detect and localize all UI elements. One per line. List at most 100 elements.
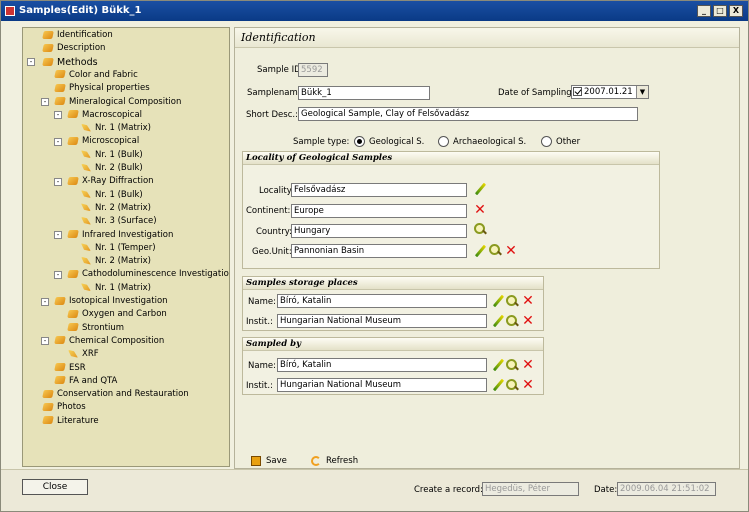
edit-pencil-icon[interactable] [491,378,505,392]
tree-item[interactable]: FA and QTA [54,375,117,388]
tree-item[interactable]: Oxygen and Carbon [67,308,167,321]
tree-item[interactable]: Identification [42,29,113,42]
search-magnifier-icon[interactable] [488,243,502,257]
tree-item[interactable]: Isotopical Investigation [54,295,168,308]
tree-toggle-icon[interactable]: - [27,58,35,67]
samples-edit-window: Samples(Edit) Bükk_1 _ □ X Identificatio… [0,0,749,512]
maximize-button[interactable]: □ [713,5,727,17]
storage-group: Samples storage places Name: Bíró, Katal… [242,276,544,331]
tree-item[interactable]: Methods [42,56,98,69]
edit-pencil-icon[interactable] [491,314,505,328]
folder-icon [67,309,79,318]
radio-geological[interactable] [354,136,365,147]
tree-item[interactable]: Nr. 1 (Matrix) [81,122,151,135]
sampled-by-instit-field[interactable]: Hungarian National Museum [277,378,487,392]
geo-unit-field[interactable]: Pannonian Basin [291,244,467,258]
tree-item[interactable]: Conservation and Restauration [42,388,189,401]
title-bar[interactable]: Samples(Edit) Bükk_1 _ □ X [1,1,748,21]
tree-item[interactable]: Nr. 1 (Matrix) [81,282,151,295]
delete-x-icon[interactable]: ✕ [521,358,535,372]
tree-item[interactable]: ESR [54,362,86,375]
radio-other[interactable] [541,136,552,147]
tree-item[interactable]: Nr. 2 (Matrix) [81,255,151,268]
locality-label: Locality: [259,186,295,196]
delete-x-icon[interactable]: ✕ [521,294,535,308]
short-desc-field[interactable]: Geological Sample, Clay of Felsővadász [298,107,638,121]
storage-instit-field[interactable]: Hungarian National Museum [277,314,487,328]
tree-item-label: Conservation and Restauration [57,389,189,400]
radio-archaeological[interactable] [438,136,449,147]
tree-toggle-icon[interactable]: - [54,111,62,120]
tree-item[interactable]: Description [42,42,105,55]
date-checkbox[interactable] [573,87,582,96]
tree-item[interactable]: Infrared Investigation [67,229,174,242]
tree-item[interactable]: Chemical Composition [54,335,164,348]
create-record-field: Hegedüs, Péter [482,482,579,496]
refresh-button[interactable]: Refresh [311,453,358,469]
locality-field[interactable]: Felsővadász [291,183,467,197]
tree-item[interactable]: Nr. 2 (Bulk) [81,162,143,175]
search-magnifier-icon[interactable] [505,378,519,392]
folder-icon [67,323,79,332]
tree-toggle-icon[interactable]: - [54,177,62,186]
folder-icon [42,389,54,398]
tree-item[interactable]: Cathodoluminescence Investigation [67,268,229,281]
tree-item[interactable]: Nr. 1 (Bulk) [81,149,143,162]
delete-x-icon[interactable]: ✕ [521,314,535,328]
tree-item-label: Infrared Investigation [82,229,174,240]
tree-item[interactable]: Strontium [67,322,124,335]
tree-item-label: Color and Fabric [69,69,138,80]
tree-item[interactable]: Nr. 1 (Bulk) [81,189,143,202]
folder-icon [67,110,79,119]
samplename-field[interactable]: Bükk_1 [298,86,430,100]
tree-toggle-icon[interactable]: - [41,297,49,306]
edit-pencil-icon[interactable] [473,182,487,196]
tree-toggle-icon[interactable]: - [54,231,62,239]
chevron-down-icon[interactable]: ▼ [636,86,648,98]
date-label: Date: [594,485,618,495]
sampled-by-name-field[interactable]: Bíró, Katalin [277,358,487,372]
storage-name-field[interactable]: Bíró, Katalin [277,294,487,308]
continent-field[interactable]: Europe [291,204,467,218]
sampled-by-group-title: Sampled by [243,338,543,351]
tree-toggle-icon[interactable]: - [54,270,62,279]
close-button[interactable]: Close [22,479,88,495]
edit-pencil-icon[interactable] [491,294,505,308]
tree-item[interactable]: Photos [42,401,86,414]
tree-toggle-icon[interactable]: - [41,98,49,106]
tree-item[interactable]: Literature [42,415,99,428]
minimize-button[interactable]: _ [697,5,711,17]
tree-toggle-icon[interactable]: - [41,337,49,346]
tree-item[interactable]: Macroscopical [67,109,142,122]
navigation-tree[interactable]: Identification Description Methods - Color a… [22,27,230,467]
tree-item[interactable]: Color and Fabric [54,69,138,82]
tree-item[interactable]: XRF [68,348,99,361]
delete-x-icon[interactable]: ✕ [521,378,535,392]
tree-item[interactable]: Physical properties [54,82,150,95]
date-of-sampling-picker[interactable]: 2007.01.21 ▼ [571,85,649,99]
folder-icon [54,70,66,79]
tree-item[interactable]: Mineralogical Composition [54,96,181,109]
search-magnifier-icon[interactable] [505,294,519,308]
tree-item[interactable]: X-Ray Diffraction [67,175,154,188]
tree-item[interactable]: Nr. 1 (Temper) [81,242,156,255]
search-magnifier-icon[interactable] [505,358,519,372]
tree-item[interactable]: Nr. 2 (Matrix) [81,202,151,215]
country-field[interactable]: Hungary [291,224,467,238]
tree-item[interactable]: Nr. 3 (Surface) [81,215,157,228]
edit-pencil-icon[interactable] [491,358,505,372]
save-button[interactable]: Save [251,453,287,469]
search-magnifier-icon[interactable] [473,222,487,236]
tree-item[interactable]: Microscopical [67,135,140,148]
search-magnifier-icon[interactable] [505,314,519,328]
edit-pencil-icon[interactable] [473,244,487,258]
tree-toggle-icon[interactable]: - [54,137,62,146]
date-of-sampling-label: Date of Sampling: [498,88,575,98]
delete-x-icon[interactable]: ✕ [473,203,487,217]
close-window-button[interactable]: X [729,5,743,17]
tree-item-label: Isotopical Investigation [69,296,168,306]
tree-item-label: ESR [69,362,86,373]
delete-x-icon[interactable]: ✕ [504,244,518,258]
tree-item-label: Nr. 1 (Bulk) [95,189,143,200]
tree-item-label: Microscopical [82,136,140,147]
